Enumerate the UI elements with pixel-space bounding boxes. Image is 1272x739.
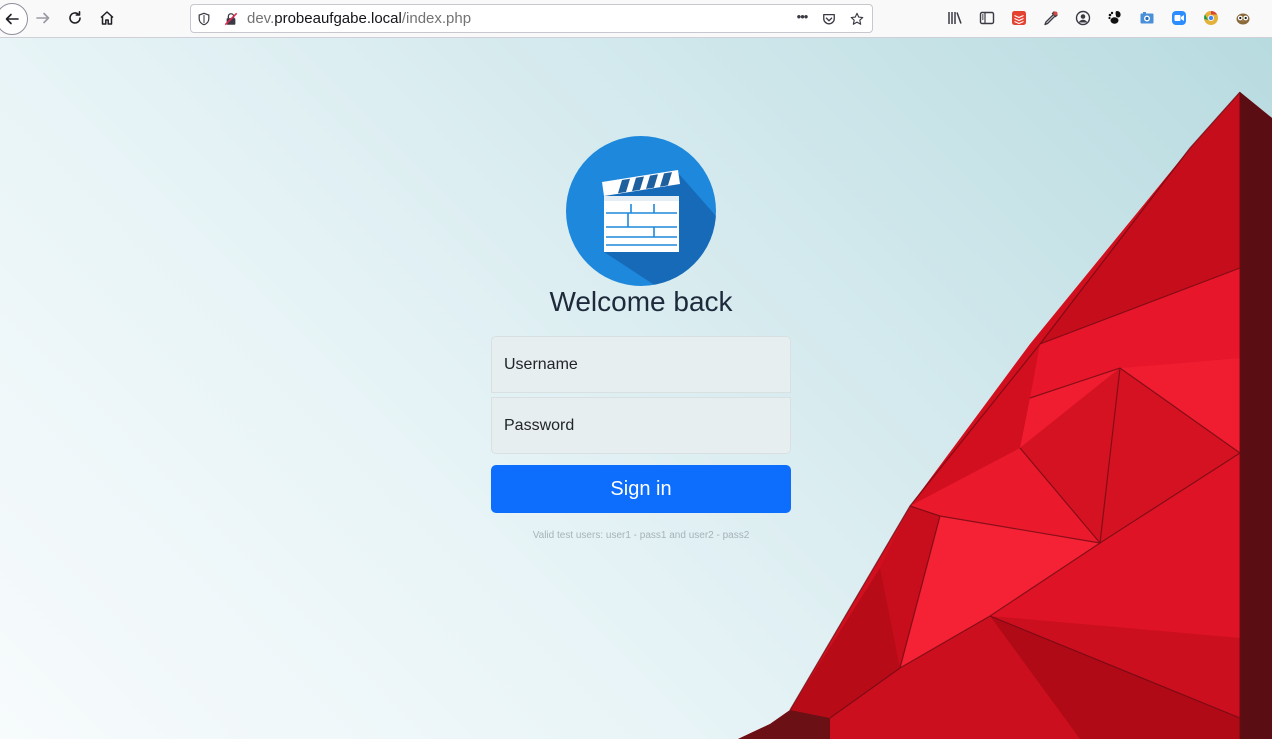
sidebar-icon[interactable] (978, 9, 996, 27)
url-prefix: dev. (247, 10, 275, 27)
back-icon[interactable] (0, 3, 28, 35)
test-users-hint: Valid test users: user1 - pass1 and user… (532, 530, 750, 541)
url-text[interactable]: dev.probeaufgabe.local/index.php (247, 10, 471, 27)
owl-icon[interactable] (1234, 9, 1252, 27)
username-input[interactable] (491, 336, 791, 393)
library-icon[interactable] (946, 9, 964, 27)
password-input[interactable] (491, 397, 791, 454)
more-icon[interactable]: ••• (791, 8, 813, 24)
shield-icon[interactable] (196, 11, 212, 27)
forward-icon[interactable] (29, 4, 57, 32)
sign-in-button[interactable]: Sign in (491, 465, 791, 513)
home-icon[interactable] (93, 4, 121, 32)
page-content: Welcome back Sign in Valid test users: u… (0, 38, 1272, 739)
screenshot-icon[interactable] (1138, 9, 1156, 27)
zoom-icon[interactable] (1170, 9, 1188, 27)
reload-icon[interactable] (61, 4, 89, 32)
account-icon[interactable] (1074, 9, 1092, 27)
insecure-lock-icon[interactable] (223, 11, 239, 27)
chrome-icon[interactable] (1202, 9, 1220, 27)
todoist-icon[interactable] (1010, 9, 1028, 27)
url-bar[interactable]: dev.probeaufgabe.local/index.php ••• (190, 4, 873, 33)
url-path: /index.php (401, 10, 472, 27)
page-title: Welcome back (549, 286, 733, 317)
eyedropper-icon[interactable] (1042, 9, 1060, 27)
url-host: probeaufgabe.local (274, 10, 402, 27)
browser-toolbar: dev.probeaufgabe.local/index.php ••• (0, 0, 1272, 38)
clapperboard-icon (566, 136, 716, 286)
pocket-icon[interactable] (821, 11, 837, 27)
gnome-icon[interactable] (1106, 9, 1124, 27)
bookmark-star-icon[interactable] (849, 11, 865, 27)
